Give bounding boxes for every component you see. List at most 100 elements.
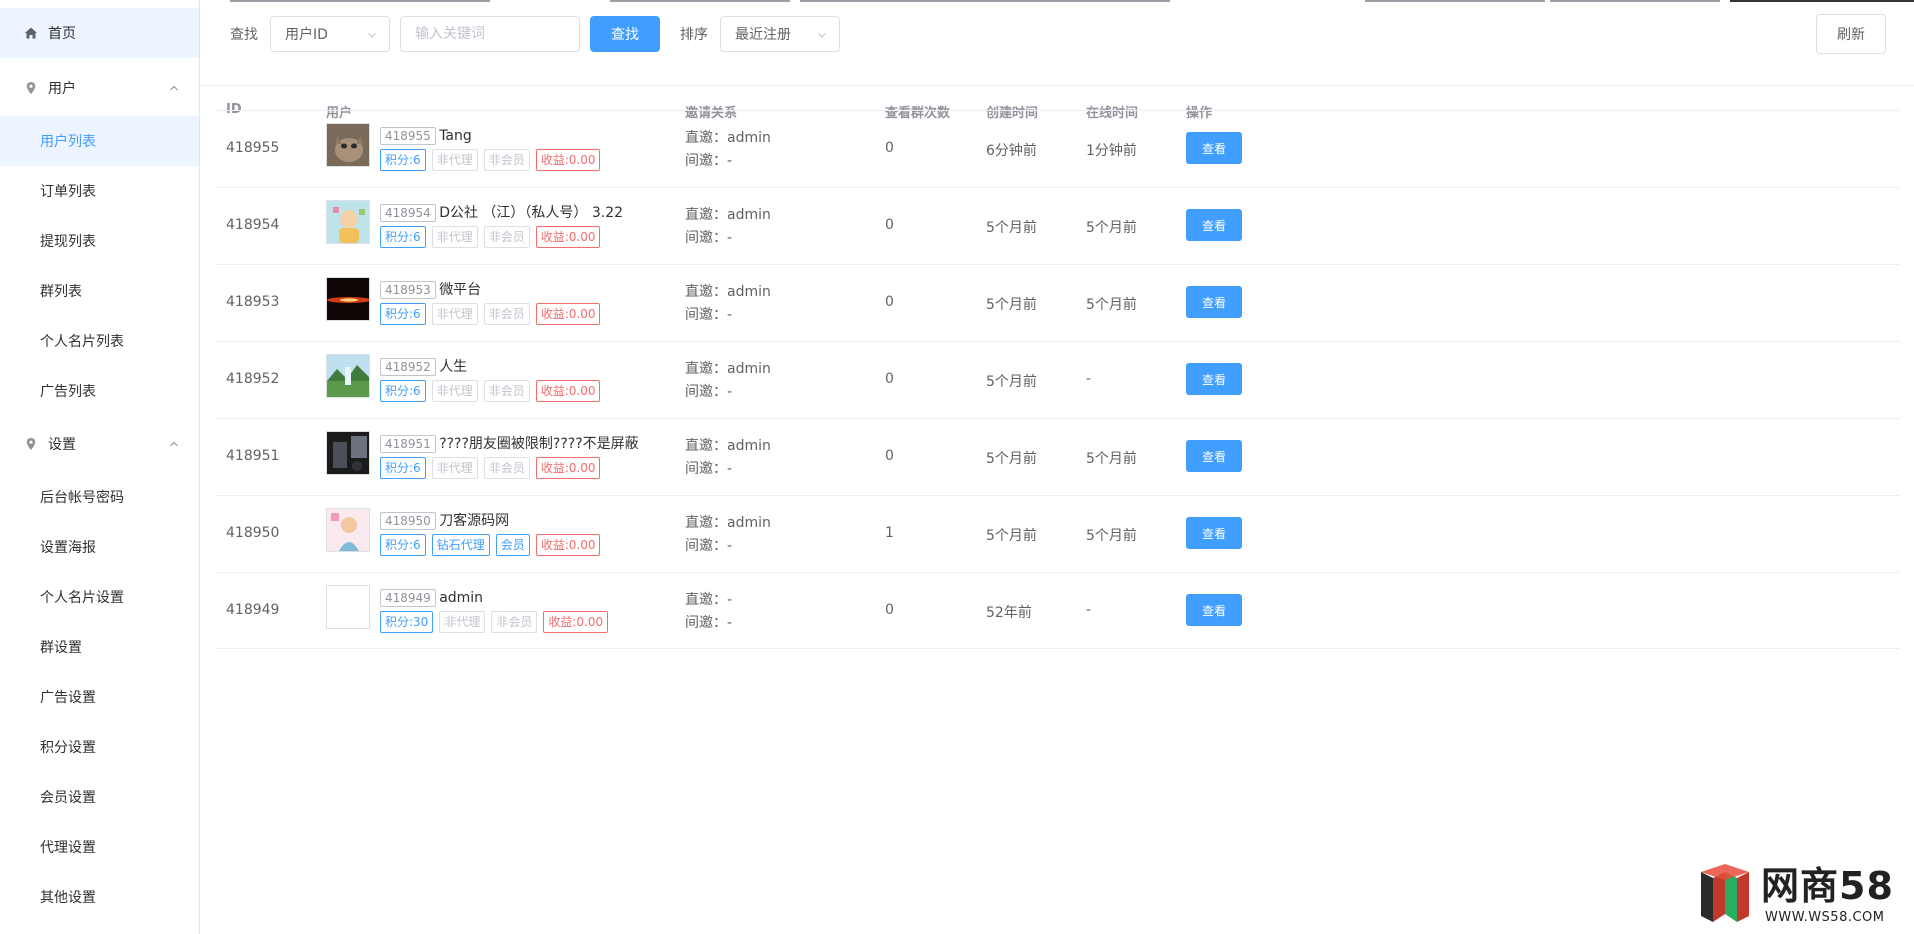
sidebar-item-poster-settings[interactable]: 设置海报 [0, 522, 199, 572]
sidebar-item-home[interactable]: 首页 [0, 8, 199, 58]
view-button[interactable]: 查看 [1186, 286, 1242, 318]
sidebar-item-label: 广告设置 [40, 690, 96, 706]
member-tag: 非会员 [483, 226, 530, 248]
indirect-invite-label: 间邀： [685, 307, 727, 323]
income-tag: 收益:0.00 [535, 226, 601, 248]
sidebar-item-withdraw-list[interactable]: 提现列表 [0, 216, 199, 266]
avatar [326, 354, 370, 398]
sidebar-item-ad-list[interactable]: 广告列表 [0, 366, 199, 416]
indirect-invite: 间邀：- [685, 535, 732, 558]
sidebar-item-label: 用户列表 [40, 134, 96, 150]
sidebar-item-ad-settings[interactable]: 广告设置 [0, 672, 199, 722]
keyword-input[interactable] [400, 16, 580, 52]
sidebar-item-admin-password[interactable]: 后台帐号密码 [0, 472, 199, 522]
sidebar-item-order-list[interactable]: 订单列表 [0, 166, 199, 216]
location-icon [24, 437, 38, 451]
indirect-invite-value: - [727, 307, 733, 323]
sidebar-item-group-settings[interactable]: 群设置 [0, 622, 199, 672]
avatar [326, 123, 370, 167]
agent-tag: 非代理 [431, 303, 478, 325]
search-field-select[interactable]: 用户ID [270, 16, 390, 52]
direct-invite-label: 直邀： [685, 361, 727, 377]
sidebar-item-card-list[interactable]: 个人名片列表 [0, 316, 199, 366]
direct-invite-value: admin [727, 284, 771, 300]
direct-invite-label: 直邀： [685, 130, 727, 146]
indirect-invite-label: 间邀： [685, 538, 727, 554]
view-button[interactable]: 查看 [1186, 517, 1242, 549]
cell-online: - [1086, 602, 1092, 618]
user-tags: 积分:6 非代理 非会员 收益:0.00 [380, 149, 601, 171]
sidebar-item-label: 首页 [48, 26, 76, 42]
direct-invite: 直邀：- [685, 589, 732, 612]
sidebar-item-group-list[interactable]: 群列表 [0, 266, 199, 316]
sidebar-item-member-settings[interactable]: 会员设置 [0, 772, 199, 822]
user-tags: 积分:6 非代理 非会员 收益:0.00 [380, 226, 601, 248]
member-tag: 非会员 [491, 611, 538, 633]
user-id-tag: 418952 [380, 358, 436, 376]
direct-invite-value: admin [727, 438, 771, 454]
table-row: 418952 418952 人生 积分:6 非代理 非会员 收益:0.00 直邀：admin 间… [215, 341, 1900, 418]
view-button[interactable]: 查看 [1186, 594, 1242, 626]
sidebar-group-user[interactable]: 用户 [0, 63, 199, 113]
sidebar-item-points-settings[interactable]: 积分设置 [0, 722, 199, 772]
cell-created: 5个月前 [986, 220, 1037, 236]
direct-invite: 直邀：admin [685, 358, 771, 381]
view-button[interactable]: 查看 [1186, 440, 1242, 472]
cell-id: 418951 [226, 448, 280, 464]
direct-invite-value: admin [727, 207, 771, 223]
sidebar-item-label: 订单列表 [40, 184, 96, 200]
refresh-button[interactable]: 刷新 [1816, 14, 1886, 54]
cell-online: 1分钟前 [1086, 143, 1137, 159]
avatar [326, 200, 370, 244]
location-icon [24, 81, 38, 95]
avatar [326, 585, 370, 629]
agent-tag: 非代理 [431, 149, 478, 171]
direct-invite-label: 直邀： [685, 438, 727, 454]
sidebar-item-card-settings[interactable]: 个人名片设置 [0, 572, 199, 622]
sidebar-item-label: 群列表 [40, 284, 82, 300]
sidebar-item-agent-settings[interactable]: 代理设置 [0, 822, 199, 872]
sidebar-item-user-list[interactable]: 用户列表 [0, 116, 199, 166]
avatar [326, 431, 370, 475]
table-row: 418953 418953 微平台 积分:6 非代理 非会员 收益:0.00 直邀：admin… [215, 264, 1900, 341]
user-tags: 积分:6 钻石代理 会员 收益:0.00 [380, 534, 601, 556]
table-row: 418951 418951 ????朋友圈被限制????不是屏蔽 积分:6 非代理 非会员… [215, 418, 1900, 495]
indirect-invite-label: 间邀： [685, 615, 727, 631]
sort-select[interactable]: 最近注册 [720, 16, 840, 52]
cell-id: 418949 [226, 602, 280, 618]
cell-id: 418954 [226, 217, 280, 233]
user-tags: 积分:30 非代理 非会员 收益:0.00 [380, 611, 609, 633]
ws58-logo-icon [1701, 864, 1749, 922]
table-row: 418949 418949 admin 积分:30 非代理 非会员 收益:0.00 直邀：- 间… [215, 572, 1900, 649]
indirect-invite-label: 间邀： [685, 461, 727, 477]
cell-id: 418950 [226, 525, 280, 541]
agent-tag: 非代理 [431, 226, 478, 248]
sidebar: 首页 用户 用户列表 订单列表 提现列表 群列表 个人名片列表 广告列表 设置 … [0, 0, 200, 934]
points-tag: 积分:6 [380, 380, 426, 402]
search-button[interactable]: 查找 [590, 16, 660, 52]
user-name: ????朋友圈被限制????不是屏蔽 [439, 436, 639, 452]
toolbar-divider [200, 85, 1914, 86]
cell-id: 418955 [226, 140, 280, 156]
sidebar-item-other-settings[interactable]: 其他设置 [0, 872, 199, 922]
direct-invite-label: 直邀： [685, 284, 727, 300]
indirect-invite: 间邀：- [685, 227, 732, 250]
direct-invite-value: - [727, 592, 733, 608]
cell-id: 418952 [226, 371, 280, 387]
indirect-invite: 间邀：- [685, 458, 732, 481]
user-id-tag: 418953 [380, 281, 436, 299]
sidebar-group-settings[interactable]: 设置 [0, 419, 199, 469]
direct-invite-label: 直邀： [685, 207, 727, 223]
sidebar-group-label: 设置 [48, 437, 76, 453]
user-id-tag: 418955 [380, 127, 436, 145]
view-button[interactable]: 查看 [1186, 363, 1242, 395]
member-tag: 非会员 [483, 303, 530, 325]
sidebar-group-label: 用户 [48, 81, 76, 97]
sidebar-item-label: 代理设置 [40, 840, 96, 856]
indirect-invite-label: 间邀： [685, 153, 727, 169]
cell-online: 5个月前 [1086, 528, 1137, 544]
search-field-value: 用户ID [285, 27, 328, 43]
view-button[interactable]: 查看 [1186, 209, 1242, 241]
points-tag: 积分:6 [380, 226, 426, 248]
view-button[interactable]: 查看 [1186, 132, 1242, 164]
